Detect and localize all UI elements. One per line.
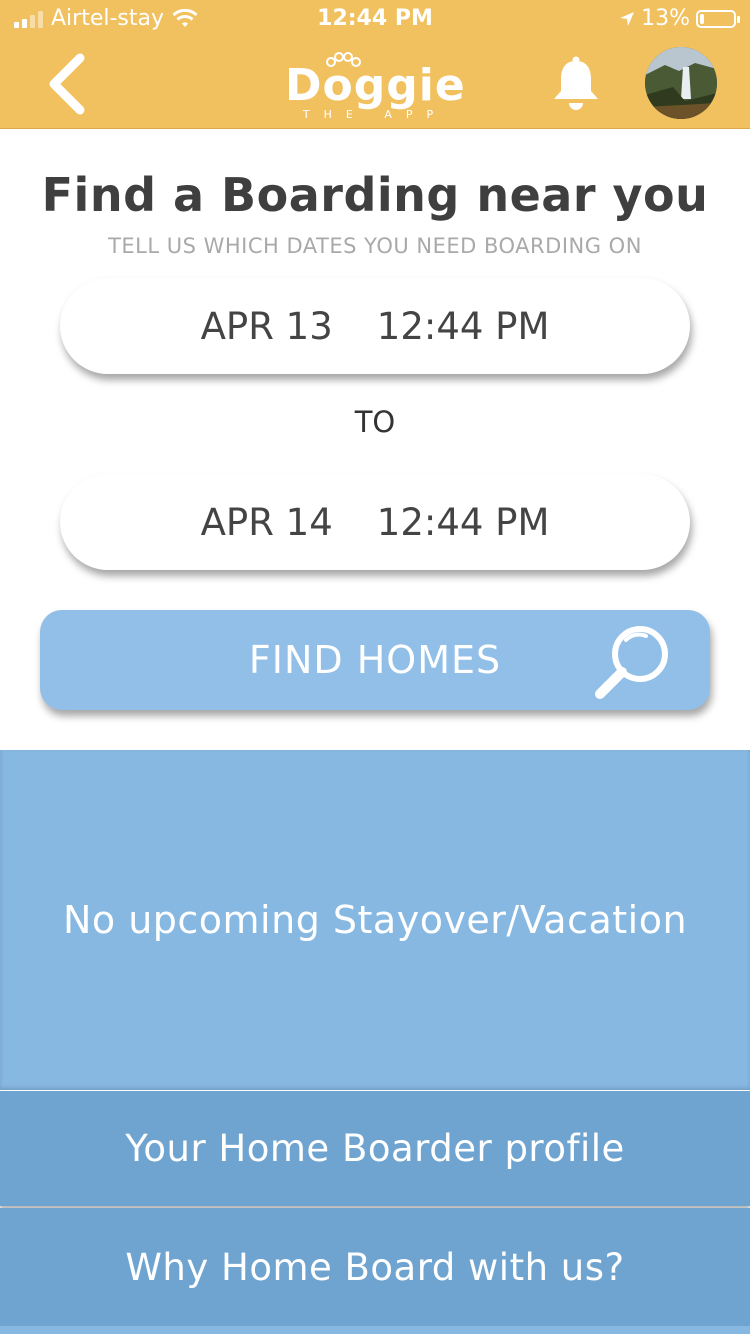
bottom-strip <box>0 1326 750 1334</box>
status-right: 13% <box>619 6 740 31</box>
paw-icon <box>326 52 361 67</box>
start-time: 12:44 PM <box>376 304 550 348</box>
to-label: TO <box>354 405 396 439</box>
logo-word: Doggie <box>285 60 466 111</box>
notifications-button[interactable] <box>548 55 604 113</box>
start-date: APR 13 <box>200 304 333 348</box>
app-header: Airtel-stay 12:44 PM 13% Doggie THE APP <box>0 0 750 129</box>
page-subtitle: TELL US WHICH DATES YOU NEED BOARDING ON <box>108 234 642 258</box>
avatar-image <box>645 47 717 119</box>
battery-percent: 13% <box>641 6 690 31</box>
home-boarder-profile-label: Your Home Boarder profile <box>125 1127 625 1170</box>
end-datetime-picker[interactable]: APR 14 12:44 PM <box>60 474 690 570</box>
location-arrow-icon <box>620 11 635 26</box>
battery-icon <box>696 9 740 28</box>
profile-avatar[interactable] <box>645 47 717 119</box>
bell-icon <box>554 56 598 110</box>
why-home-board-label: Why Home Board with us? <box>125 1245 625 1289</box>
app-logo: Doggie THE APP <box>285 52 466 121</box>
status-bar: Airtel-stay 12:44 PM 13% <box>0 0 750 40</box>
end-date: APR 14 <box>200 500 333 544</box>
chevron-left-icon <box>49 53 85 115</box>
end-time: 12:44 PM <box>376 500 550 544</box>
logo-subtext: THE APP <box>302 108 448 121</box>
home-boarder-profile-link[interactable]: Your Home Boarder profile <box>0 1091 750 1206</box>
page-title: Find a Boarding near you <box>41 168 709 222</box>
back-button[interactable] <box>40 52 100 116</box>
search-icon <box>595 626 668 699</box>
battery-fill <box>700 13 705 24</box>
upcoming-stays-panel: No upcoming Stayover/Vacation <box>0 750 750 1090</box>
start-datetime-picker[interactable]: APR 13 12:44 PM <box>60 278 690 374</box>
find-homes-button[interactable]: FIND HOMES <box>40 610 710 710</box>
no-upcoming-message: No upcoming Stayover/Vacation <box>62 898 688 942</box>
why-home-board-link[interactable]: Why Home Board with us? <box>0 1208 750 1326</box>
